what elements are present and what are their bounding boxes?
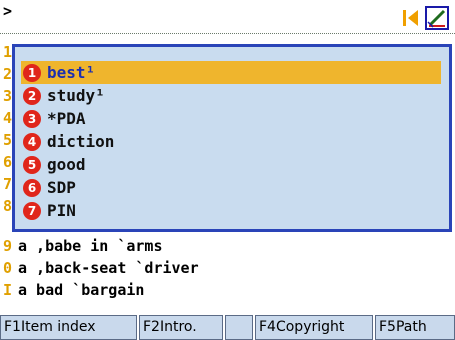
f5-path-button[interactable]: F5Path [375, 315, 455, 340]
command-bar: > [0, 0, 455, 34]
number-marker-icon: 2 [23, 86, 41, 105]
number-marker-icon: 6 [23, 178, 41, 197]
popup-item-label: diction [47, 132, 115, 151]
f4-copyright-button[interactable]: F4Copyright [255, 315, 373, 340]
list-item[interactable]: Ia bad `bargain [0, 279, 455, 301]
number-marker-icon: 1 [23, 63, 41, 82]
popup-item[interactable]: 7 PIN [21, 199, 441, 222]
list-item[interactable]: 0a ,back-seat `driver [0, 257, 455, 279]
popup-item[interactable]: 4 diction [21, 130, 441, 153]
f2-intro-button[interactable]: F2Intro. [139, 315, 223, 340]
number-marker-icon: 7 [23, 201, 41, 220]
popup-item-label: study¹ [47, 86, 105, 105]
function-key-bar: F1Item index F2Intro. F4Copyright F5Path [0, 313, 455, 340]
input-divider [0, 33, 455, 34]
f3-empty-button[interactable] [225, 315, 253, 340]
popup-item-label: best¹ [47, 63, 96, 82]
popup-item[interactable]: 5 good [21, 153, 441, 176]
number-marker-icon: 5 [23, 155, 41, 174]
number-marker-icon: 3 [23, 109, 41, 128]
prompt-symbol: > [3, 2, 13, 20]
candidate-popup: 1 best¹ 2 study¹ 3 *PDA 4 diction 5 good… [12, 44, 452, 232]
edit-icon[interactable] [425, 6, 449, 30]
list-item[interactable]: 9a ,babe in `arms [0, 235, 455, 257]
popup-item[interactable]: 6 SDP [21, 176, 441, 199]
popup-item[interactable]: 2 study¹ [21, 84, 441, 107]
number-marker-icon: 4 [23, 132, 41, 151]
popup-item[interactable]: 1 best¹ [21, 61, 441, 84]
toolbar-icons [403, 6, 449, 30]
f1-item-index-button[interactable]: F1Item index [0, 315, 137, 340]
go-back-icon[interactable] [403, 8, 419, 28]
popup-item-label: *PDA [47, 109, 86, 128]
popup-item-label: PIN [47, 201, 76, 220]
popup-item-label: good [47, 155, 86, 174]
popup-item[interactable]: 3 *PDA [21, 107, 441, 130]
popup-item-label: SDP [47, 178, 76, 197]
